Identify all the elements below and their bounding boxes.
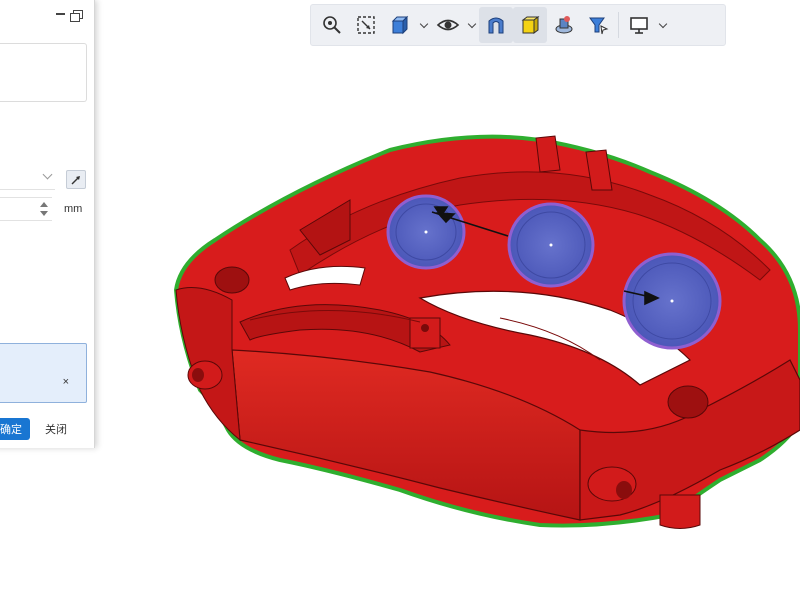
appearance-icon[interactable] xyxy=(547,7,581,43)
view-cube-icon[interactable] xyxy=(383,7,417,43)
unit-label: mm xyxy=(64,203,83,215)
zoom-icon[interactable] xyxy=(315,7,349,43)
direction-select[interactable] xyxy=(0,167,55,190)
chevron-down-icon[interactable] xyxy=(417,7,431,43)
visibility-eye-icon[interactable] xyxy=(431,7,465,43)
display-settings-icon[interactable] xyxy=(622,7,656,43)
pick-direction-button[interactable] xyxy=(66,170,86,189)
minimize-icon[interactable] xyxy=(54,8,66,20)
panel-window-controls xyxy=(54,8,84,22)
bleed-nipple xyxy=(187,360,223,390)
chevron-down-icon[interactable] xyxy=(465,7,479,43)
shaded-display-icon[interactable] xyxy=(513,7,547,43)
description-field[interactable] xyxy=(0,43,87,102)
property-panel: mm × 确定 关闭 xyxy=(0,0,95,448)
selection-filter-icon[interactable] xyxy=(581,7,615,43)
distance-input[interactable] xyxy=(0,197,52,221)
pick-arrow-icon xyxy=(71,175,80,184)
toolbar-separator xyxy=(618,12,619,38)
selection-list[interactable]: × xyxy=(0,343,87,403)
piston-bore[interactable] xyxy=(507,202,595,288)
clear-selection-icon[interactable]: × xyxy=(63,376,69,388)
view-toolbar xyxy=(310,4,726,46)
piston-bore[interactable] xyxy=(622,252,722,350)
bleed-nipple xyxy=(587,466,637,502)
section-view-icon[interactable] xyxy=(479,7,513,43)
spinner-icon[interactable] xyxy=(40,200,48,218)
zoom-window-icon[interactable] xyxy=(349,7,383,43)
model-viewport[interactable] xyxy=(0,0,800,600)
chevron-down-icon xyxy=(42,169,53,180)
close-button[interactable]: 关闭 xyxy=(36,418,76,440)
piston-bore[interactable] xyxy=(386,194,466,270)
ok-button[interactable]: 确定 xyxy=(0,418,30,440)
restore-icon[interactable] xyxy=(70,8,84,22)
chevron-down-icon[interactable] xyxy=(656,7,670,43)
